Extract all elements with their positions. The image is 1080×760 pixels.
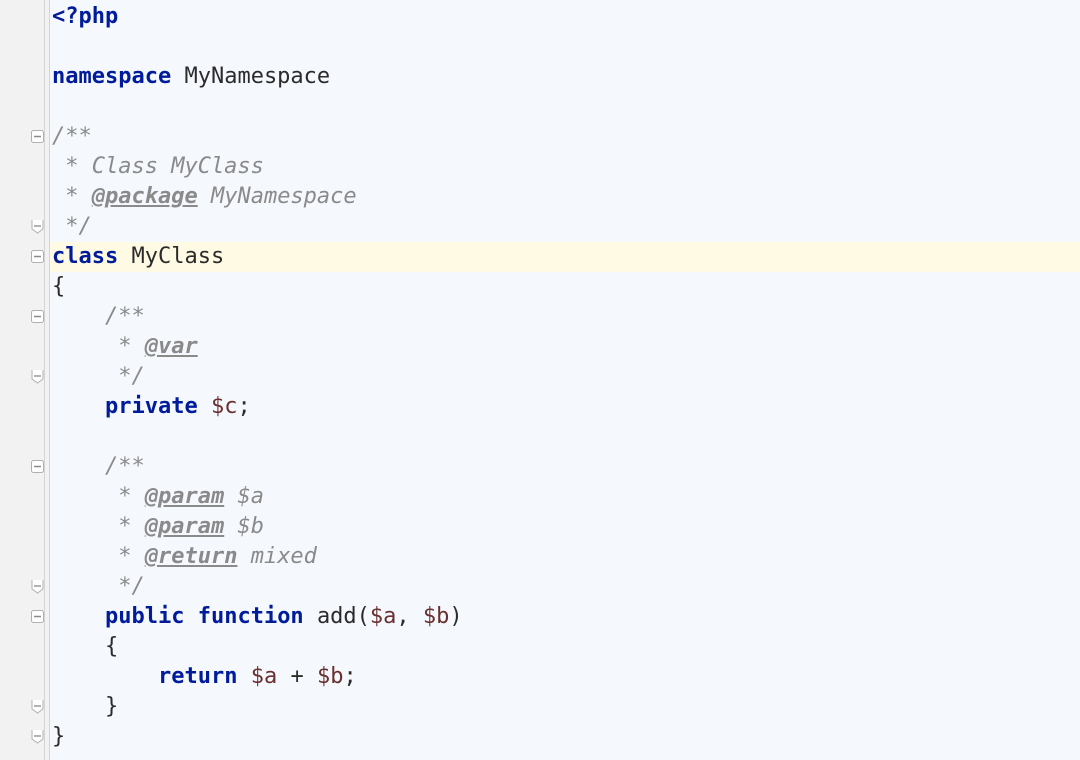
fold-open-icon[interactable] bbox=[30, 609, 45, 624]
code-editor: <?php namespace MyNamespace /** * Class … bbox=[0, 0, 1080, 760]
code-line[interactable]: */ bbox=[50, 572, 1080, 602]
text-token: MyNamespace bbox=[184, 64, 330, 89]
text-token: MyClass bbox=[131, 244, 224, 269]
code-line[interactable] bbox=[50, 32, 1080, 62]
gutter bbox=[0, 0, 50, 760]
text-token bbox=[198, 394, 211, 419]
text-token: } bbox=[105, 694, 118, 719]
code-line[interactable]: * @param $b bbox=[50, 512, 1080, 542]
comment-token: /** bbox=[105, 454, 145, 479]
code-line[interactable] bbox=[50, 422, 1080, 452]
doctag-token: @param bbox=[145, 484, 224, 509]
text-token: ) bbox=[449, 604, 462, 629]
code-line[interactable]: class MyClass bbox=[50, 242, 1080, 272]
text-token: { bbox=[52, 274, 65, 299]
fold-close-icon[interactable] bbox=[30, 699, 45, 714]
text-token: } bbox=[52, 724, 65, 749]
fold-open-icon[interactable] bbox=[30, 309, 45, 324]
variable-token: $a bbox=[370, 604, 397, 629]
code-line[interactable]: * Class MyClass bbox=[50, 152, 1080, 182]
comment-token: * bbox=[105, 334, 145, 359]
code-line[interactable]: { bbox=[50, 272, 1080, 302]
doctag-token: @return bbox=[145, 544, 238, 569]
comment-token: */ bbox=[52, 214, 92, 239]
code-line[interactable]: <?php bbox=[50, 2, 1080, 32]
text-token: ; bbox=[343, 664, 356, 689]
code-line[interactable]: return $a + $b; bbox=[50, 662, 1080, 692]
keyword-token: namespace bbox=[52, 64, 171, 89]
doctag-token: @var bbox=[145, 334, 198, 359]
fold-close-icon[interactable] bbox=[30, 369, 45, 384]
code-line[interactable]: * @package MyNamespace bbox=[50, 182, 1080, 212]
text-token: + bbox=[277, 664, 317, 689]
code-line[interactable]: * @return mixed bbox=[50, 542, 1080, 572]
comment-token: * bbox=[52, 184, 92, 209]
fold-open-icon[interactable] bbox=[30, 249, 45, 264]
code-area[interactable]: <?php namespace MyNamespace /** * Class … bbox=[50, 0, 1080, 760]
fold-open-icon[interactable] bbox=[30, 459, 45, 474]
text-token: { bbox=[105, 634, 118, 659]
fold-close-icon[interactable] bbox=[30, 219, 45, 234]
text-token bbox=[237, 664, 250, 689]
code-line[interactable]: /** bbox=[50, 122, 1080, 152]
keyword-token: class bbox=[52, 244, 118, 269]
variable-token: $c bbox=[211, 394, 238, 419]
text-token bbox=[304, 604, 317, 629]
code-line[interactable] bbox=[50, 92, 1080, 122]
comment-token: * bbox=[105, 544, 145, 569]
code-line[interactable]: } bbox=[50, 692, 1080, 722]
comment-token: /** bbox=[105, 304, 145, 329]
code-line[interactable]: * @var bbox=[50, 332, 1080, 362]
comment-token: MyNamespace bbox=[198, 184, 357, 209]
comment-token: /** bbox=[52, 124, 92, 149]
keyword-token: function bbox=[198, 604, 304, 629]
comment-token: mixed bbox=[237, 544, 316, 569]
code-line[interactable]: { bbox=[50, 632, 1080, 662]
text-token bbox=[184, 604, 197, 629]
comment-token: */ bbox=[105, 364, 145, 389]
code-line[interactable]: private $c; bbox=[50, 392, 1080, 422]
text-token bbox=[171, 64, 184, 89]
text-token: ; bbox=[237, 394, 250, 419]
comment-token: $a bbox=[224, 484, 264, 509]
fold-close-icon[interactable] bbox=[30, 729, 45, 744]
comment-token: $b bbox=[224, 514, 264, 539]
code-line[interactable]: namespace MyNamespace bbox=[50, 62, 1080, 92]
comment-token: * Class MyClass bbox=[52, 154, 264, 179]
code-line[interactable]: /** bbox=[50, 302, 1080, 332]
variable-token: $b bbox=[317, 664, 344, 689]
comment-token: * bbox=[105, 484, 145, 509]
variable-token: $a bbox=[251, 664, 278, 689]
text-token bbox=[118, 244, 131, 269]
keyword-token: <?php bbox=[52, 4, 118, 29]
text-token: add( bbox=[317, 604, 370, 629]
doctag-token: @param bbox=[145, 514, 224, 539]
code-line[interactable]: /** bbox=[50, 452, 1080, 482]
keyword-token: return bbox=[158, 664, 237, 689]
doctag-token: @package bbox=[92, 184, 198, 209]
code-line[interactable]: */ bbox=[50, 212, 1080, 242]
comment-token: * bbox=[105, 514, 145, 539]
code-line[interactable]: */ bbox=[50, 362, 1080, 392]
text-token: , bbox=[396, 604, 423, 629]
comment-token: */ bbox=[105, 574, 145, 599]
fold-open-icon[interactable] bbox=[30, 129, 45, 144]
code-line[interactable]: } bbox=[50, 722, 1080, 752]
code-line[interactable]: public function add($a, $b) bbox=[50, 602, 1080, 632]
keyword-token: public bbox=[105, 604, 184, 629]
fold-close-icon[interactable] bbox=[30, 579, 45, 594]
variable-token: $b bbox=[423, 604, 450, 629]
code-line[interactable]: * @param $a bbox=[50, 482, 1080, 512]
keyword-token: private bbox=[105, 394, 198, 419]
